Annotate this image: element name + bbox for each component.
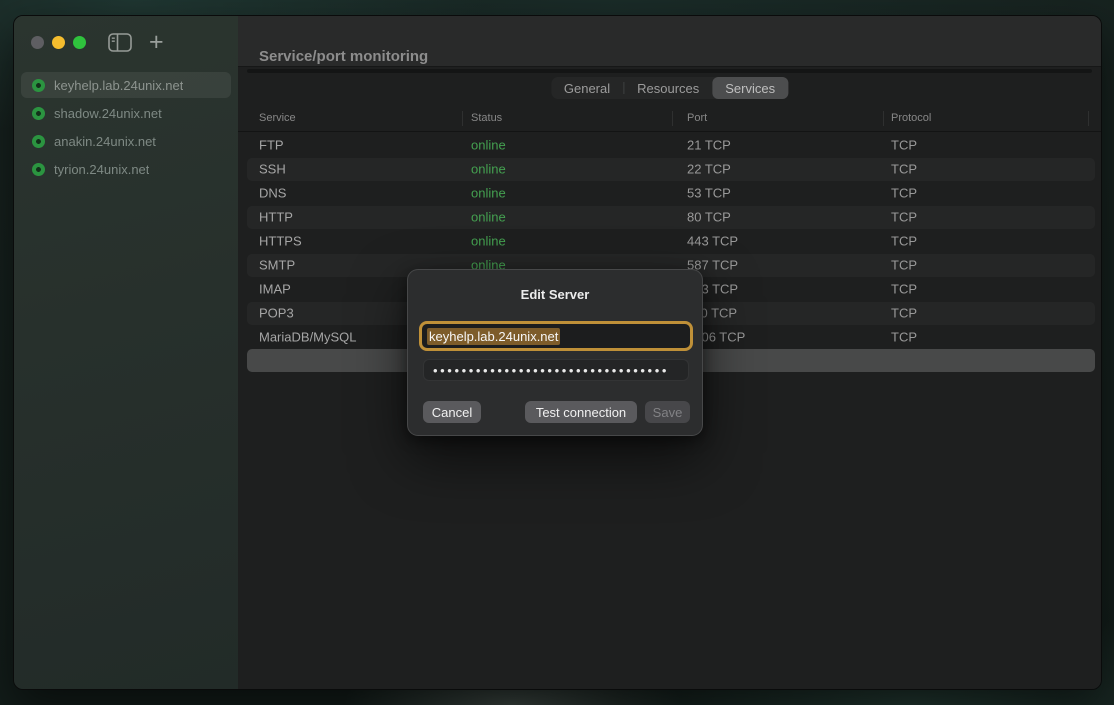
- service-name: IMAP: [259, 282, 291, 297]
- service-name: HTTP: [259, 210, 293, 225]
- port-value: 21 TCP: [687, 138, 731, 153]
- server-name: keyhelp.lab.24unix.net: [54, 78, 183, 93]
- status-badge: online: [471, 138, 506, 153]
- server-status-dot-icon: [32, 107, 45, 120]
- column-header-protocol[interactable]: Protocol: [891, 112, 931, 124]
- page-title: Service/port monitoring: [259, 48, 428, 65]
- table-row[interactable]: FTP online 21 TCP TCP: [238, 133, 1101, 157]
- service-name: SMTP: [259, 258, 295, 273]
- sidebar-item-server[interactable]: tyrion.24unix.net: [21, 156, 231, 182]
- sidebar-item-server[interactable]: keyhelp.lab.24unix.net: [21, 72, 231, 98]
- service-name: SSH: [259, 162, 286, 177]
- table-row[interactable]: DNS online 53 TCP TCP: [238, 181, 1101, 205]
- status-badge: online: [471, 186, 506, 201]
- server-name: shadow.24unix.net: [54, 106, 162, 121]
- table-header: Service Status Port Protocol: [238, 105, 1101, 132]
- hostname-input[interactable]: keyhelp.lab.24unix.net: [419, 321, 693, 351]
- tab-services[interactable]: Services: [712, 77, 788, 99]
- dialog-title: Edit Server: [408, 287, 702, 302]
- service-name: POP3: [259, 306, 294, 321]
- column-header-status[interactable]: Status: [471, 112, 502, 124]
- port-value: 53 TCP: [687, 186, 731, 201]
- password-input[interactable]: •••••••••••••••••••••••••••••••••: [423, 359, 689, 381]
- service-name: DNS: [259, 186, 286, 201]
- port-value: 443 TCP: [687, 234, 738, 249]
- column-header-service[interactable]: Service: [259, 112, 296, 124]
- sidebar-item-server[interactable]: anakin.24unix.net: [21, 128, 231, 154]
- status-badge: online: [471, 162, 506, 177]
- column-divider: [1088, 111, 1089, 126]
- table-row[interactable]: SSH online 22 TCP TCP: [238, 157, 1101, 181]
- server-status-dot-icon: [32, 163, 45, 176]
- status-badge: online: [471, 210, 506, 225]
- close-window-button[interactable]: [31, 36, 44, 49]
- service-name: HTTPS: [259, 234, 302, 249]
- protocol-value: TCP: [891, 282, 917, 297]
- service-name: MariaDB/MySQL: [259, 330, 357, 345]
- service-name: FTP: [259, 138, 284, 153]
- column-header-port[interactable]: Port: [687, 112, 707, 124]
- server-list: keyhelp.lab.24unix.net shadow.24unix.net…: [14, 72, 238, 184]
- table-row[interactable]: HTTP online 80 TCP TCP: [238, 205, 1101, 229]
- column-divider: [462, 111, 463, 126]
- minimize-window-button[interactable]: [52, 36, 65, 49]
- save-button[interactable]: Save: [645, 401, 690, 423]
- server-name: anakin.24unix.net: [54, 134, 156, 149]
- server-name: tyrion.24unix.net: [54, 162, 149, 177]
- protocol-value: TCP: [891, 306, 917, 321]
- protocol-value: TCP: [891, 186, 917, 201]
- toolbar: Service/port monitoring: [238, 16, 1101, 67]
- hostname-input-value: keyhelp.lab.24unix.net: [427, 328, 560, 345]
- tab-general[interactable]: General: [551, 77, 623, 99]
- port-value: 22 TCP: [687, 162, 731, 177]
- scroll-edge-shadow: [247, 69, 1092, 73]
- server-status-dot-icon: [32, 79, 45, 92]
- toggle-sidebar-icon[interactable]: [108, 33, 132, 52]
- tab-resources[interactable]: Resources: [624, 77, 712, 99]
- protocol-value: TCP: [891, 210, 917, 225]
- column-divider: [883, 111, 884, 126]
- sidebar: + keyhelp.lab.24unix.net shadow.24unix.n…: [14, 16, 238, 689]
- test-connection-button[interactable]: Test connection: [525, 401, 637, 423]
- protocol-value: TCP: [891, 162, 917, 177]
- cancel-button[interactable]: Cancel: [423, 401, 481, 423]
- protocol-value: TCP: [891, 138, 917, 153]
- protocol-value: TCP: [891, 234, 917, 249]
- add-server-icon[interactable]: +: [149, 30, 164, 55]
- column-divider: [672, 111, 673, 126]
- protocol-value: TCP: [891, 330, 917, 345]
- tab-bar: General Resources Services: [551, 77, 788, 99]
- edit-server-dialog: Edit Server keyhelp.lab.24unix.net •••••…: [407, 269, 703, 436]
- server-status-dot-icon: [32, 135, 45, 148]
- port-value: 80 TCP: [687, 210, 731, 225]
- zoom-window-button[interactable]: [73, 36, 86, 49]
- status-badge: online: [471, 234, 506, 249]
- table-row[interactable]: HTTPS online 443 TCP TCP: [238, 229, 1101, 253]
- password-masked-value: •••••••••••••••••••••••••••••••••: [433, 363, 669, 378]
- protocol-value: TCP: [891, 258, 917, 273]
- sidebar-item-server[interactable]: shadow.24unix.net: [21, 100, 231, 126]
